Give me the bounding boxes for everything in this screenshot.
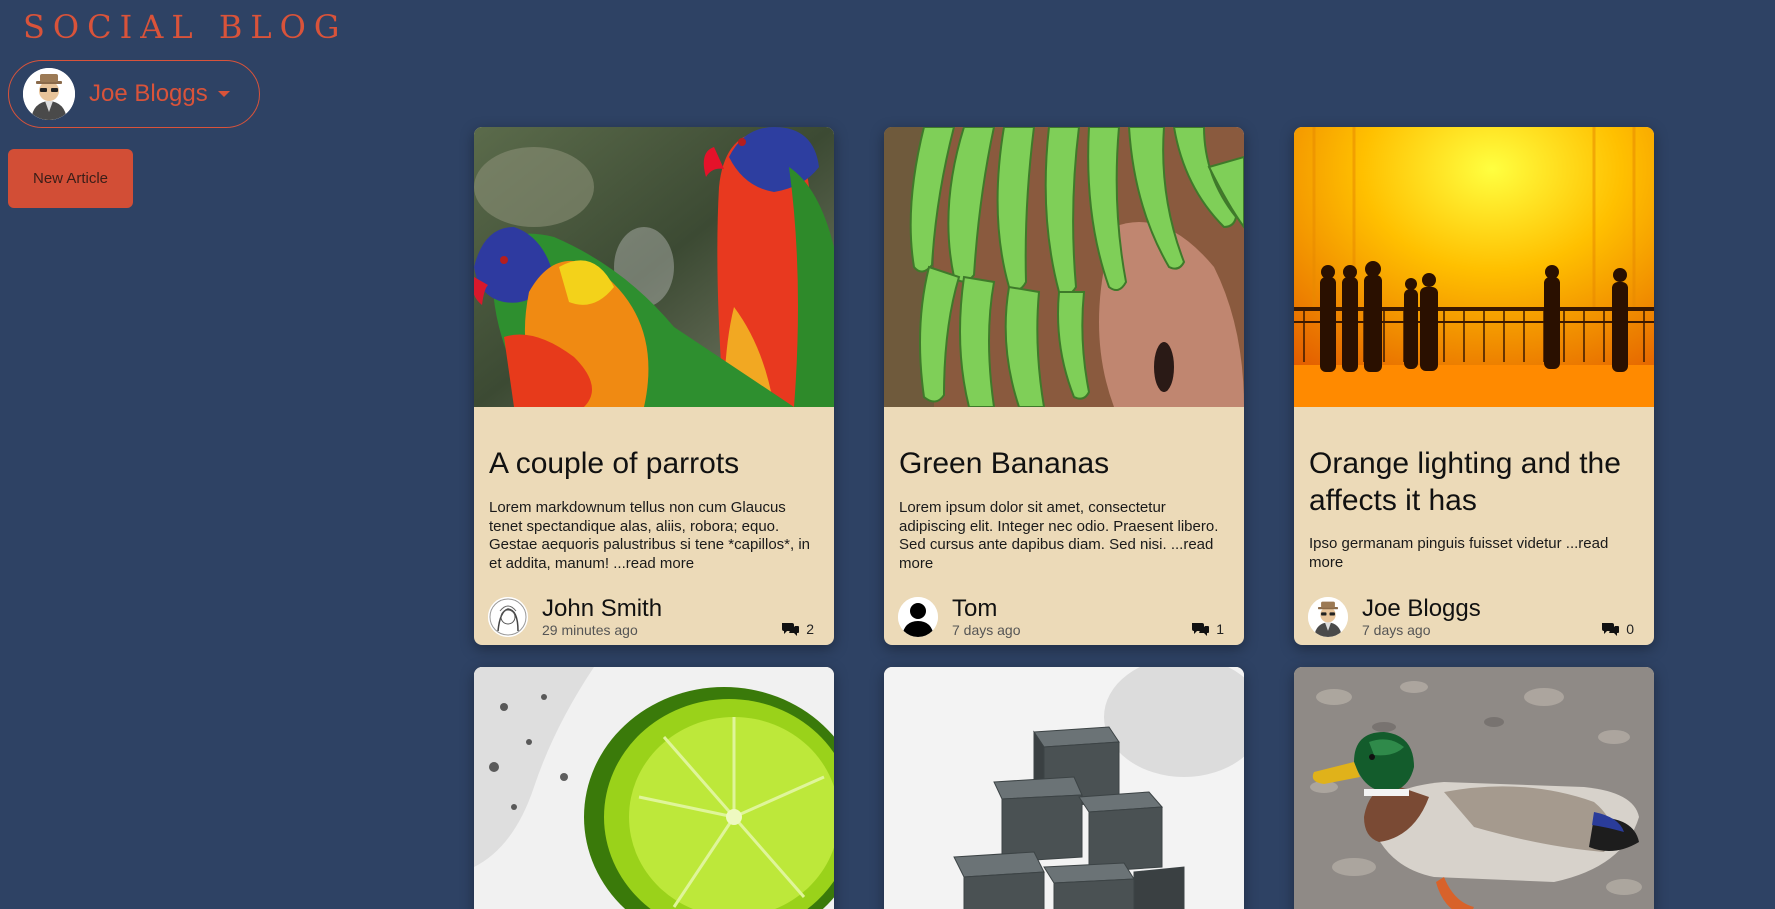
article-excerpt: Lorem ipsum dolor sit amet, consectetur … (899, 499, 1219, 572)
article-image-parrots[interactable] (474, 127, 834, 407)
article-excerpt: Ipso germanam pinguis fuisset videtur ..… (1309, 535, 1609, 571)
article-title[interactable]: Green Bananas (899, 445, 1232, 482)
article-excerpt: Lorem markdownum tellus non cum Glaucus … (489, 499, 811, 572)
article-image-cubes[interactable] (884, 667, 1244, 909)
author-name[interactable]: John Smith (542, 596, 662, 622)
author-avatar (488, 597, 528, 637)
article-card[interactable]: Green Bananas Lorem ipsum dolor sit amet… (884, 127, 1244, 645)
article-card[interactable] (474, 667, 834, 909)
author-avatar (898, 597, 938, 637)
article-image-orange-hall[interactable] (1294, 127, 1654, 407)
chevron-down-icon (217, 91, 230, 97)
comment-count[interactable]: 2 (781, 621, 814, 637)
article-card[interactable]: A couple of parrots Lorem markdownum tel… (474, 127, 834, 645)
user-menu-button[interactable]: Joe Bloggs (8, 60, 260, 128)
author-name[interactable]: Tom (952, 596, 1021, 622)
article-image-lime[interactable] (474, 667, 834, 909)
author-avatar (1308, 597, 1348, 637)
comments-icon (782, 622, 800, 636)
article-card[interactable]: Orange lighting and the affects it has I… (1294, 127, 1654, 645)
article-card[interactable] (884, 667, 1244, 909)
post-time: 7 days ago (952, 622, 1021, 638)
new-article-button[interactable]: New Article (8, 149, 133, 208)
post-time: 7 days ago (1362, 622, 1431, 638)
comment-count-value: 2 (806, 621, 814, 637)
comment-count[interactable]: 1 (1191, 621, 1224, 637)
comments-icon (1602, 622, 1620, 636)
comment-count-value: 1 (1216, 621, 1224, 637)
author-name[interactable]: Joe Bloggs (1362, 596, 1481, 622)
comment-count-value: 0 (1626, 621, 1634, 637)
article-title[interactable]: Orange lighting and the affects it has (1309, 445, 1642, 519)
article-title[interactable]: A couple of parrots (489, 445, 822, 482)
site-brand[interactable]: SOCIAL BLOG (23, 8, 347, 46)
article-image-duck[interactable] (1294, 667, 1654, 909)
post-time: 29 minutes ago (542, 622, 638, 638)
article-image-bananas[interactable] (884, 127, 1244, 407)
article-card[interactable] (1294, 667, 1654, 909)
comments-icon (1192, 622, 1210, 636)
spy-avatar-icon (23, 68, 75, 120)
comment-count[interactable]: 0 (1601, 621, 1634, 637)
user-name: Joe Bloggs (89, 80, 208, 107)
